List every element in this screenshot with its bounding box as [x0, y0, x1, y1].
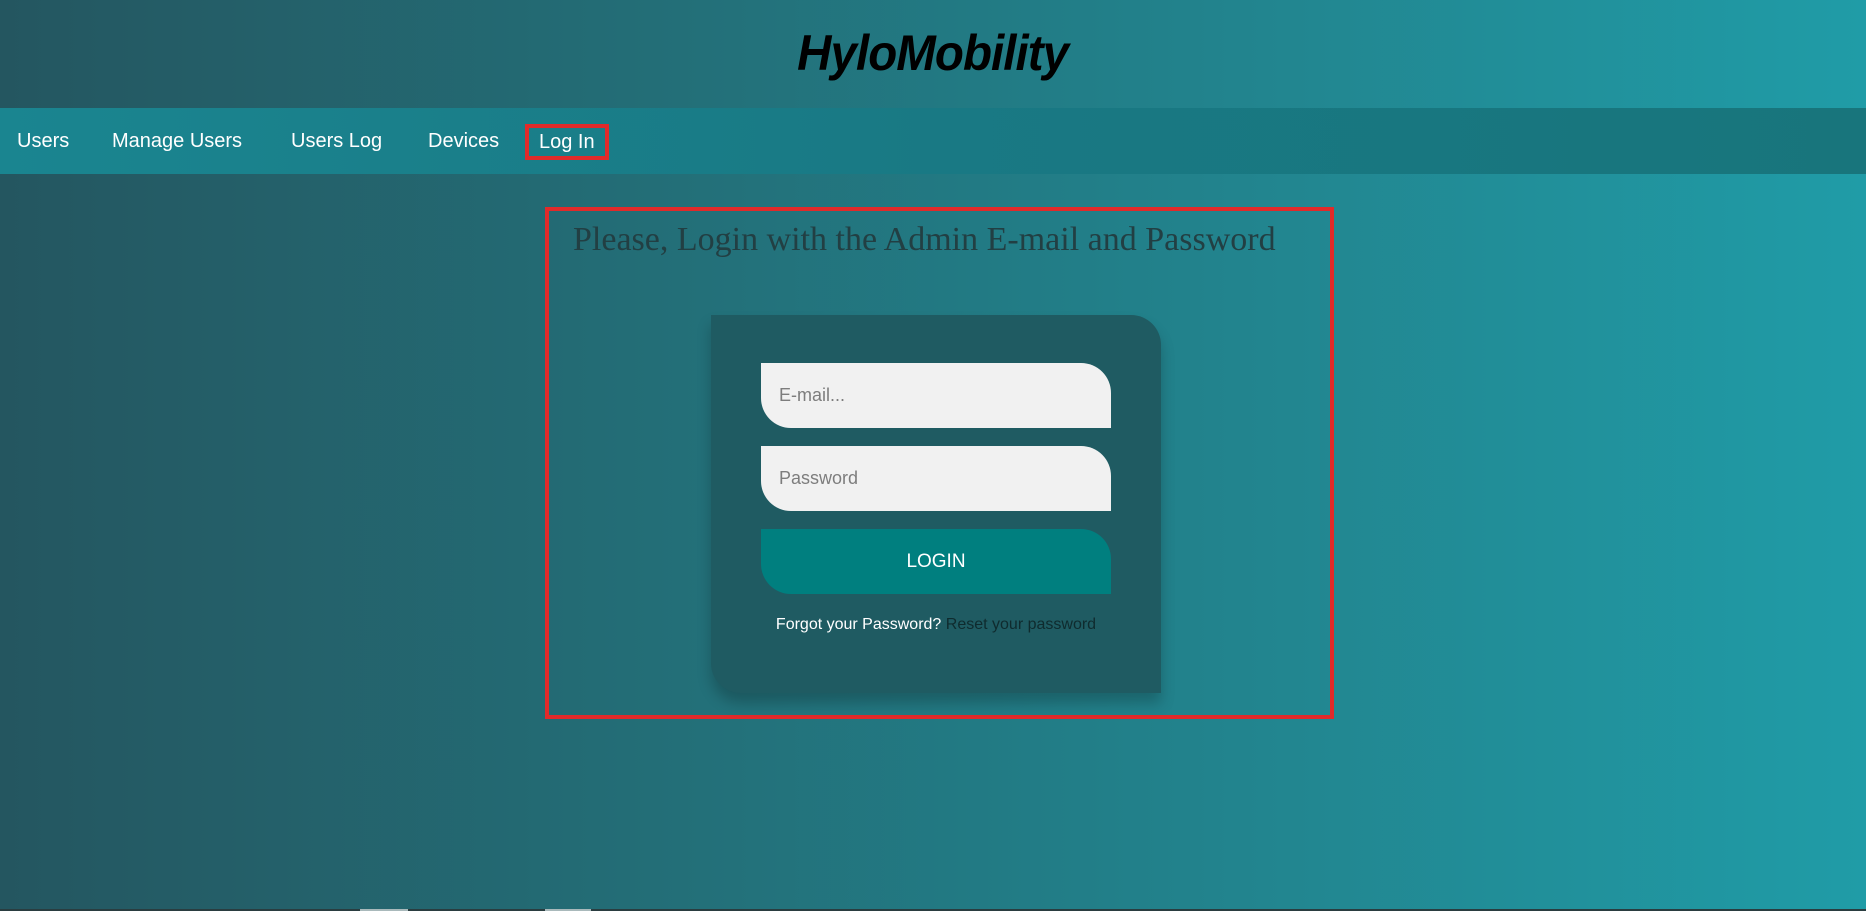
- nav-item-devices[interactable]: Devices: [420, 124, 507, 159]
- forgot-password-text: Forgot your Password?: [775, 616, 942, 633]
- nav-item-users-log[interactable]: Users Log: [283, 124, 390, 159]
- forgot-password-row: Forgot your Password? Reset your passwor…: [711, 616, 1161, 634]
- password-field[interactable]: [761, 446, 1111, 511]
- nav-item-manage-users[interactable]: Manage Users: [104, 124, 250, 159]
- reset-password-link[interactable]: Reset your password: [946, 616, 1096, 633]
- brand-logo: HyloMobility: [797, 25, 1070, 81]
- main-navbar: Users Manage Users Users Log Devices Log…: [0, 108, 1866, 174]
- site-header: HyloMobility: [0, 0, 1866, 108]
- email-field[interactable]: [761, 363, 1111, 428]
- login-title: Please, Login with the Admin E-mail and …: [573, 221, 1276, 258]
- nav-item-users[interactable]: Users: [9, 124, 77, 159]
- login-section: Please, Login with the Admin E-mail and …: [545, 207, 1334, 719]
- nav-item-log-in[interactable]: Log In: [525, 124, 609, 160]
- login-button[interactable]: LOGIN: [761, 529, 1111, 594]
- login-card: LOGIN Forgot your Password? Reset your p…: [711, 315, 1161, 693]
